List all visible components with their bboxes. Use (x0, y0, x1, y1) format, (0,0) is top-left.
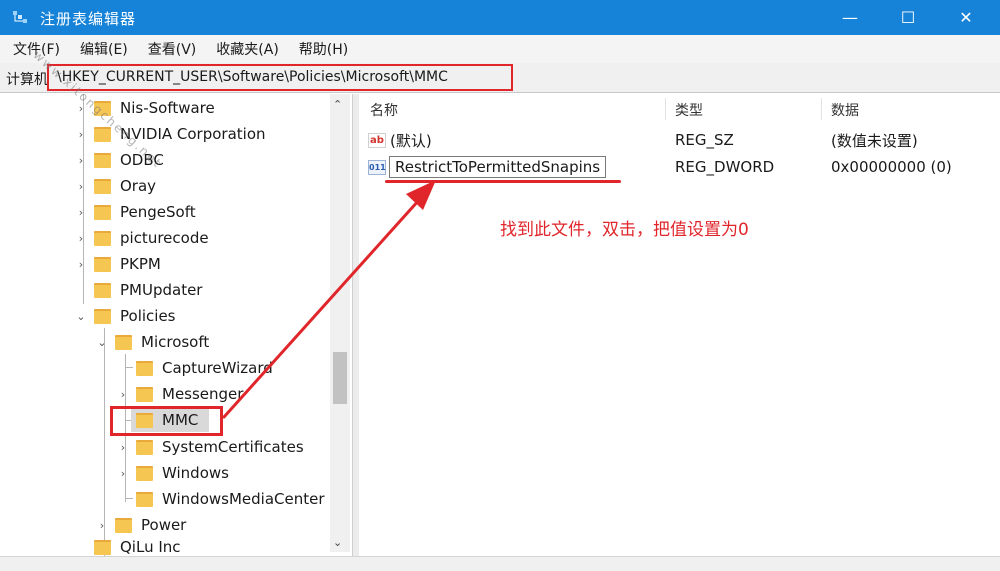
value-data: (数值未设置) (831, 131, 918, 150)
value-name-editbox[interactable]: RestrictToPermittedSnapins (389, 156, 607, 178)
folder-icon (115, 517, 132, 533)
menu-view[interactable]: 查看(V) (139, 36, 206, 62)
scroll-down-icon[interactable]: ⌄ (333, 536, 342, 549)
tree-item-capturewizard[interactable]: CaptureWizard (136, 355, 273, 381)
folder-icon (94, 204, 111, 220)
tree-guide-line (83, 94, 84, 304)
tree-item-label: WindowsMediaCenter (162, 490, 325, 508)
tree-item-label: CaptureWizard (162, 359, 273, 377)
chevron-right-icon[interactable]: › (116, 387, 130, 401)
chevron-down-icon[interactable]: ⌄ (95, 335, 109, 349)
menu-favorites[interactable]: 收藏夹(A) (207, 36, 288, 62)
folder-icon (136, 439, 153, 455)
folder-icon (94, 282, 111, 298)
chevron-right-icon[interactable]: › (74, 231, 88, 245)
minimize-icon: — (842, 8, 858, 27)
folder-icon (94, 539, 111, 555)
tree-item-label: Power (141, 516, 187, 534)
tree-item-windowsmediacenter[interactable]: WindowsMediaCenter (136, 486, 325, 512)
value-type: REG_DWORD (675, 158, 775, 176)
value-data: 0x00000000 (0) (831, 158, 952, 176)
menu-bar: 文件(F) 编辑(E) 查看(V) 收藏夹(A) 帮助(H) (0, 35, 1000, 63)
tree-item-label: PMUpdater (120, 281, 203, 299)
tree-item-label: PengeSoft (120, 203, 196, 221)
annotation-text: 找到此文件，双击，把值设置为0 (500, 220, 749, 240)
tree-guide-line (125, 498, 133, 499)
close-button[interactable]: ✕ (936, 0, 996, 35)
tree-guide-line (125, 367, 133, 368)
tree-item-label: picturecode (120, 229, 209, 247)
horizontal-scrollbar[interactable] (0, 556, 1000, 571)
folder-icon (136, 360, 153, 376)
chevron-right-icon[interactable]: › (74, 153, 88, 167)
tree-item-pkpm[interactable]: PKPM (94, 251, 161, 277)
chevron-right-icon[interactable]: › (74, 205, 88, 219)
string-value-icon: ab (368, 132, 386, 148)
folder-icon (94, 178, 111, 194)
folder-icon (136, 491, 153, 507)
tree-item-pmupdater[interactable]: PMUpdater (94, 277, 202, 303)
tree-item-label: SystemCertificates (162, 438, 304, 456)
close-icon: ✕ (959, 8, 973, 27)
column-divider[interactable] (821, 98, 822, 120)
tree-item-policies[interactable]: Policies (94, 303, 175, 329)
folder-icon (94, 152, 111, 168)
tree-item-windows[interactable]: Windows (136, 460, 229, 486)
tree-item-label: Policies (120, 307, 176, 325)
tree-item-picturecode[interactable]: picturecode (94, 225, 209, 251)
column-header-type[interactable]: 类型 (675, 100, 703, 120)
value-row-restricttopermittedsnapins[interactable]: 011 RestrictToPermittedSnapins (368, 155, 607, 179)
chevron-right-icon[interactable]: › (116, 466, 130, 480)
folder-icon (94, 230, 111, 246)
maximize-button[interactable]: ☐ (878, 0, 938, 35)
menu-help[interactable]: 帮助(H) (290, 36, 357, 62)
chevron-right-icon[interactable]: › (95, 518, 109, 532)
chevron-right-icon[interactable]: › (116, 440, 130, 454)
column-header-data[interactable]: 数据 (831, 100, 859, 120)
tree-item-label: QiLu Inc (120, 538, 181, 556)
address-root-label: 计算机 (6, 72, 48, 88)
address-highlight-box (47, 64, 513, 91)
dword-value-icon: 011 (368, 159, 386, 175)
chevron-right-icon[interactable]: › (74, 127, 88, 141)
column-header-name[interactable]: 名称 (370, 100, 398, 120)
tree-item-qilu-inc[interactable]: QiLu Inc (94, 538, 181, 556)
tree-item-label: Windows (162, 464, 229, 482)
regedit-app-icon (13, 11, 27, 23)
window-title: 注册表编辑器 (40, 10, 137, 28)
value-name: (默认) (390, 131, 432, 150)
title-bar: 注册表编辑器 — ☐ ✕ (0, 0, 1000, 35)
scroll-up-icon[interactable]: ⌃ (333, 98, 342, 111)
tree-item-messenger[interactable]: Messenger (136, 381, 243, 407)
tree-item-power[interactable]: Power (115, 512, 186, 538)
tree-item-label: Messenger (162, 385, 244, 403)
annotation-underline (385, 180, 621, 183)
tree-item-label: Oray (120, 177, 157, 195)
tree-item-pengesoft[interactable]: PengeSoft (94, 199, 196, 225)
chevron-right-icon[interactable]: › (74, 257, 88, 271)
tree-item-label: PKPM (120, 255, 161, 273)
folder-icon (115, 334, 132, 350)
chevron-down-icon[interactable]: ⌄ (74, 309, 88, 323)
tree-scrollbar[interactable] (330, 94, 350, 552)
folder-icon (94, 308, 111, 324)
values-pane: 名称 类型 数据 ab (默认) REG_SZ (数值未设置) 011 Rest… (359, 94, 1000, 556)
column-divider[interactable] (665, 98, 666, 120)
folder-icon (94, 256, 111, 272)
maximize-icon: ☐ (900, 8, 916, 27)
value-type: REG_SZ (675, 131, 734, 149)
tree-item-label: Microsoft (141, 333, 210, 351)
tree-item-oray[interactable]: Oray (94, 173, 156, 199)
chevron-right-icon[interactable]: › (74, 179, 88, 193)
minimize-button[interactable]: — (820, 0, 880, 35)
tree-item-systemcertificates[interactable]: SystemCertificates (136, 434, 304, 460)
folder-icon (136, 386, 153, 402)
tree-item-label: Nis-Software (120, 99, 215, 117)
value-row-default[interactable]: ab (默认) (368, 128, 432, 152)
mmc-highlight-box (110, 406, 223, 436)
folder-icon (136, 465, 153, 481)
menu-edit[interactable]: 编辑(E) (71, 36, 137, 62)
tree-item-microsoft[interactable]: Microsoft (115, 329, 209, 355)
tree-scroll-thumb[interactable] (333, 352, 347, 404)
